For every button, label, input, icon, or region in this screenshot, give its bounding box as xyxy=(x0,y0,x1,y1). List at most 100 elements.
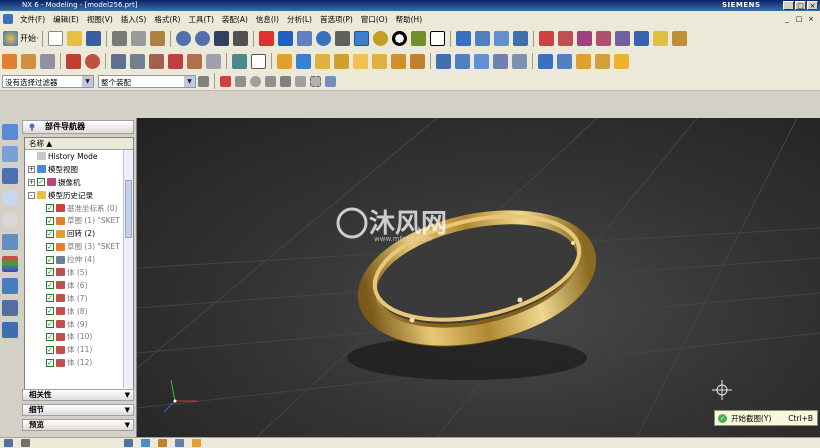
doc-restore-button[interactable]: □ xyxy=(794,14,804,24)
boolean-icon[interactable] xyxy=(168,53,183,69)
arc-icon[interactable] xyxy=(85,53,100,69)
status-icon[interactable] xyxy=(158,439,167,447)
visualization-icon[interactable] xyxy=(410,31,426,46)
through-curves-icon[interactable] xyxy=(455,53,470,69)
wcs-orient-icon[interactable] xyxy=(595,31,611,46)
snap-control-point-icon[interactable] xyxy=(265,75,276,87)
doc-close-button[interactable]: × xyxy=(806,14,816,24)
pan-icon[interactable] xyxy=(334,31,350,46)
copy-icon[interactable] xyxy=(130,31,146,46)
status-icon[interactable] xyxy=(4,439,13,447)
tree-row[interactable]: ✓ 体 (12) xyxy=(25,356,133,369)
line-icon[interactable] xyxy=(66,53,81,69)
section-view-icon[interactable] xyxy=(493,31,509,46)
general-selection-icon[interactable] xyxy=(198,75,209,87)
tree-row[interactable]: + 模型视图 xyxy=(25,163,133,176)
screenshot-toast[interactable]: ✓ 开始截图(Y) Ctrl+B xyxy=(714,410,818,426)
wcs-rotate-icon[interactable] xyxy=(576,31,592,46)
tree-row[interactable]: ✓ 拉伸 (4) xyxy=(25,253,133,266)
zoom-window-icon[interactable] xyxy=(277,31,293,46)
sew-icon[interactable] xyxy=(493,53,508,69)
reorder-icon[interactable] xyxy=(595,53,610,69)
tree-row[interactable]: ✓ 体 (7) xyxy=(25,292,133,305)
constraint-navigator-icon[interactable] xyxy=(2,168,18,184)
tree-row[interactable]: ✓ 回转 (2) xyxy=(25,227,133,240)
extrude-tool-icon[interactable] xyxy=(111,53,126,69)
tree-row[interactable]: ✓ 基准坐标系 (0) xyxy=(25,202,133,215)
tree-row[interactable]: ✓ 体 (10) xyxy=(25,330,133,343)
replace-icon[interactable] xyxy=(614,53,629,69)
maximize-button[interactable]: □ xyxy=(795,1,806,10)
sketch-tool-icon[interactable] xyxy=(2,53,17,69)
palette-icon[interactable] xyxy=(2,256,18,272)
visibility-checkbox[interactable]: ✓ xyxy=(46,307,54,316)
rectangle-select-icon[interactable] xyxy=(310,75,321,87)
move-feature-icon[interactable] xyxy=(576,53,591,69)
column-header-name[interactable]: 名称 ▲ xyxy=(25,138,133,150)
cylinder-icon[interactable] xyxy=(315,53,330,69)
assembly-scope-dropdown[interactable]: 整个装配 ▼ xyxy=(98,74,196,88)
doc-minimize-button[interactable]: _ xyxy=(782,14,792,24)
menu-file[interactable]: 文件(F) xyxy=(16,14,49,25)
status-icon[interactable] xyxy=(192,439,201,447)
menu-assemblies[interactable]: 装配(A) xyxy=(218,14,252,25)
pin-icon[interactable] xyxy=(28,123,36,131)
scrollbar-thumb[interactable] xyxy=(125,180,132,238)
process-studio-icon[interactable] xyxy=(2,300,18,316)
measure-icon[interactable] xyxy=(652,31,668,46)
visibility-checkbox[interactable]: ✓ xyxy=(46,216,54,225)
assembly-navigator-icon[interactable] xyxy=(2,124,18,140)
swept-icon[interactable] xyxy=(474,53,489,69)
visibility-checkbox[interactable]: ✓ xyxy=(46,320,54,329)
dependencies-panel[interactable]: 相关性 ▼ xyxy=(22,389,134,401)
fit-view-icon[interactable] xyxy=(258,31,274,46)
menu-information[interactable]: 信息(I) xyxy=(252,14,283,25)
layer-icon[interactable] xyxy=(512,31,528,46)
system-materials-icon[interactable] xyxy=(2,278,18,294)
revolve-tool-icon[interactable] xyxy=(130,53,145,69)
menu-analysis[interactable]: 分析(L) xyxy=(283,14,316,25)
roles-icon[interactable] xyxy=(2,322,18,338)
datum-plane-icon[interactable] xyxy=(251,53,266,69)
minimize-button[interactable]: _ xyxy=(783,1,794,10)
tree-scrollbar[interactable] xyxy=(123,150,133,388)
status-icon[interactable] xyxy=(21,439,30,447)
offset-curve-icon[interactable] xyxy=(187,53,202,69)
visibility-checkbox[interactable]: ✓ xyxy=(46,268,54,277)
expand-icon[interactable]: + xyxy=(28,178,35,186)
edit-position-icon[interactable] xyxy=(557,53,572,69)
menu-tools[interactable]: 工具(T) xyxy=(184,14,217,25)
menu-help[interactable]: 帮助(H) xyxy=(392,14,427,25)
edge-blend-icon[interactable] xyxy=(277,53,292,69)
background-icon[interactable] xyxy=(391,31,407,46)
snap-center-icon[interactable] xyxy=(295,75,306,87)
start-button[interactable]: 开始· xyxy=(3,31,39,46)
sketch-curve-icon[interactable] xyxy=(21,53,36,69)
snap-endpoint-icon[interactable] xyxy=(235,75,246,87)
open-folder-icon[interactable] xyxy=(66,31,82,46)
graphics-window[interactable]: 沐风网 www.mfcad.com xyxy=(137,118,820,437)
show-hide-icon[interactable] xyxy=(325,75,336,87)
menu-edit[interactable]: 编辑(E) xyxy=(49,14,83,25)
visibility-checkbox[interactable]: ✓ xyxy=(46,229,54,238)
cut-icon[interactable] xyxy=(111,31,127,46)
tree-row[interactable]: ✓ 体 (9) xyxy=(25,318,133,331)
shaded-view-icon[interactable] xyxy=(353,31,369,46)
snap-view-icon[interactable] xyxy=(474,31,490,46)
history-icon[interactable] xyxy=(2,212,18,228)
visibility-checkbox[interactable]: ✓ xyxy=(46,204,54,212)
tree-row[interactable]: - 模型历史记录 xyxy=(25,189,133,202)
menu-insert[interactable]: 插入(S) xyxy=(117,14,151,25)
pattern-icon[interactable] xyxy=(391,53,406,69)
redo-icon[interactable] xyxy=(194,31,210,46)
visibility-checkbox[interactable]: ✓ xyxy=(46,242,54,251)
visibility-checkbox[interactable]: ✓ xyxy=(46,294,54,303)
draft-icon[interactable] xyxy=(372,53,387,69)
undo-icon[interactable] xyxy=(175,31,191,46)
status-icon[interactable] xyxy=(124,439,133,447)
tree-row[interactable]: + ✓ 摄像机 xyxy=(25,176,133,189)
menu-view[interactable]: 视图(V) xyxy=(83,14,117,25)
wcs-save-icon[interactable] xyxy=(633,31,649,46)
web-browser-icon[interactable] xyxy=(2,190,18,206)
visibility-checkbox[interactable]: ✓ xyxy=(46,345,54,354)
